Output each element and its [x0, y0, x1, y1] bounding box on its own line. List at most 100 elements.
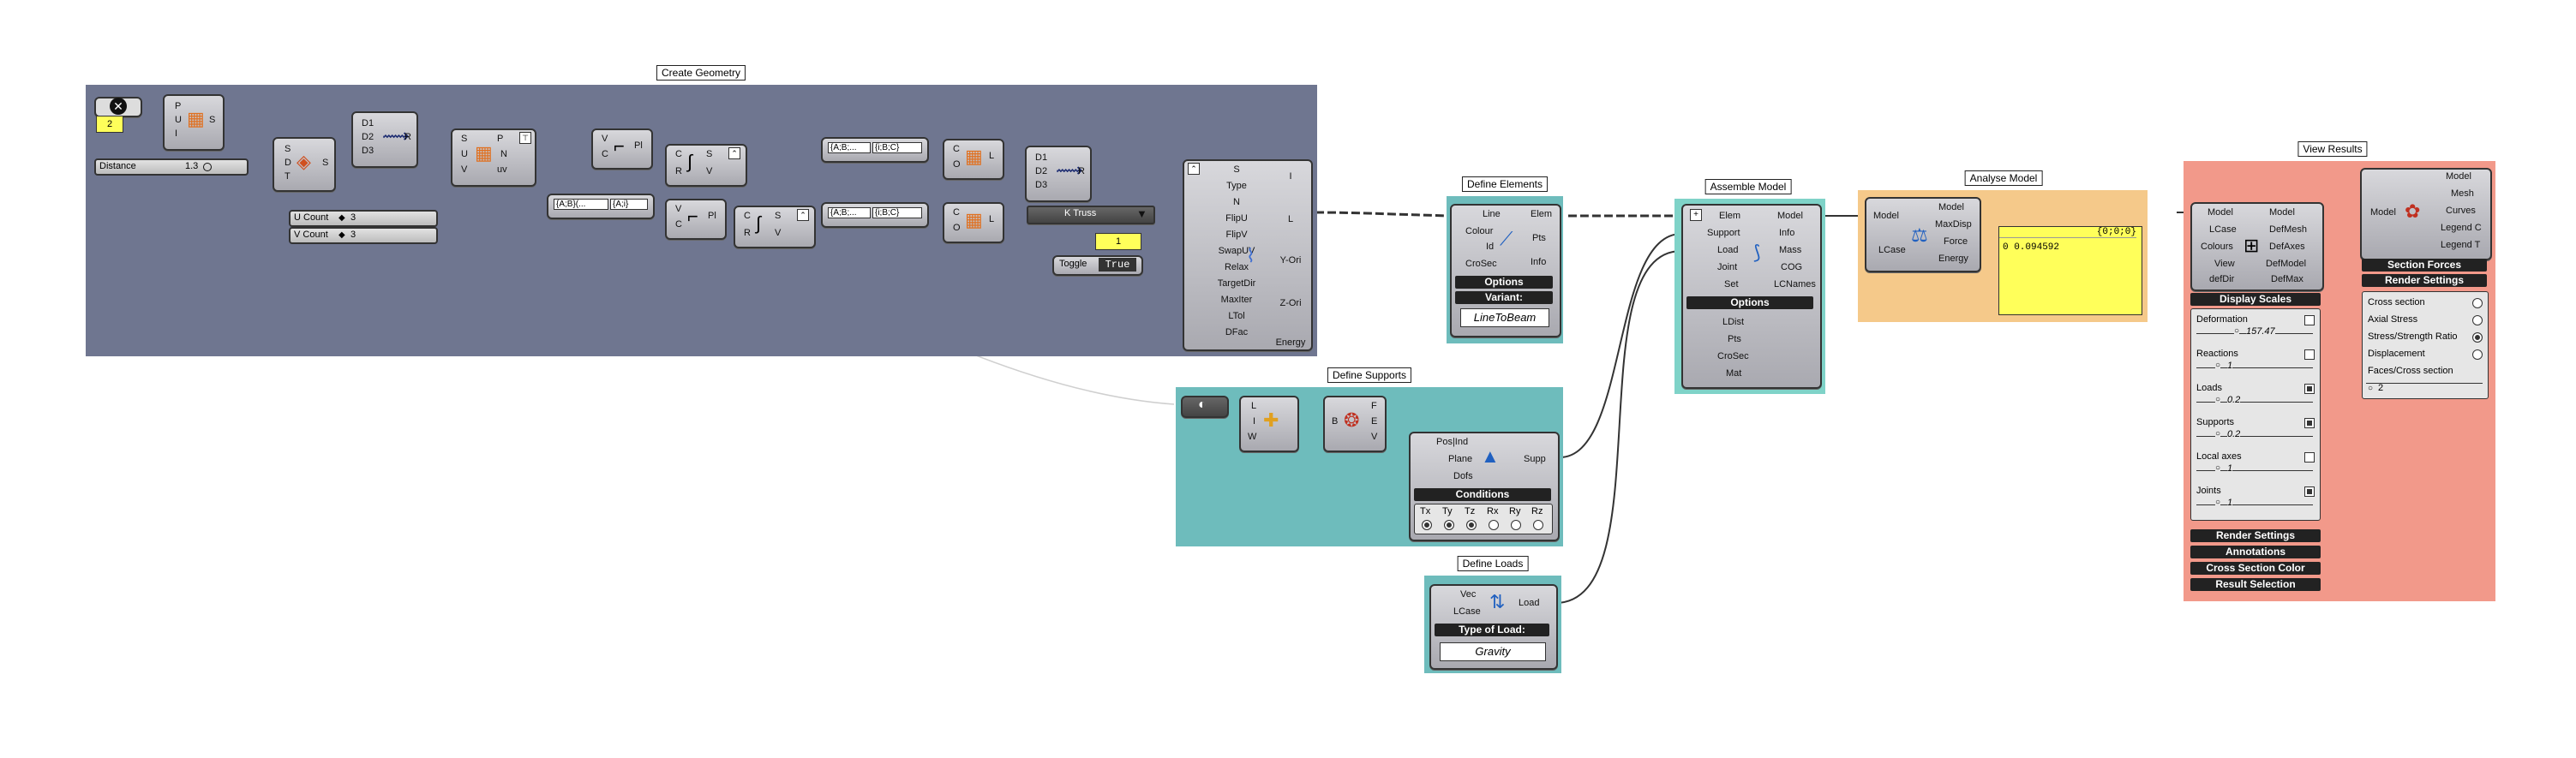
result-bar-3[interactable]: Result Selection: [2190, 578, 2321, 591]
variant-value[interactable]: LineToBeam: [1460, 308, 1549, 327]
param-two[interactable]: 2: [96, 116, 123, 133]
expression-param[interactable]: ✕: [94, 97, 142, 117]
support-icon: ▲: [1481, 445, 1500, 467]
load-component[interactable]: Vec LCase ⇅ Load Type of Load: Gravity: [1429, 584, 1558, 670]
ktruss-dropdown[interactable]: K Truss ▼: [1027, 206, 1155, 224]
slider-knob-icon: ○: [2215, 395, 2221, 404]
beam-view-component[interactable]: Model ✿ Model Mesh Curves Legend C Legen…: [2360, 168, 2492, 260]
brep-edges-component[interactable]: B ❂ F E V: [1323, 396, 1387, 452]
load-type-value[interactable]: Gravity: [1440, 642, 1546, 661]
beam-icon: ⟋: [1500, 228, 1513, 249]
radio-button[interactable]: [2472, 349, 2483, 360]
dof-toggle[interactable]: [1511, 520, 1521, 530]
support-component[interactable]: Pos|Ind Plane Dofs ▲ Supp Conditions Tx T…: [1409, 432, 1560, 541]
model-view-component[interactable]: Model LCase Colours View defDir ⊞ Model …: [2190, 202, 2324, 291]
scale-checkbox[interactable]: [2304, 384, 2315, 394]
tree-relay-3[interactable]: {A;B;... {i;B;C}: [821, 202, 929, 228]
group-title-define-loads: Define Loads: [1457, 556, 1529, 571]
dof-toggle[interactable]: [1444, 520, 1454, 530]
scale-slider[interactable]: [2196, 402, 2313, 403]
curve-icon: ∫: [756, 212, 762, 234]
plane-component[interactable]: P U I ▦ S: [163, 94, 225, 151]
merge-component-2[interactable]: D1 D2 D3 ⟿ R: [1025, 146, 1092, 202]
tree-relay-2[interactable]: {A;B}(... {A;i}: [547, 194, 655, 219]
scale-checkbox[interactable]: [2304, 349, 2315, 360]
slider-knob-icon: ○: [2215, 498, 2221, 507]
slider-knob-icon: ○: [2215, 463, 2221, 473]
scale-value: 1: [2227, 463, 2233, 474]
closest-point-component[interactable]: L I W ✚: [1239, 396, 1299, 452]
port-in-7: TargetDir: [1217, 278, 1256, 289]
options-bar[interactable]: Options: [1686, 296, 1813, 309]
port-crosec: CroSec: [1465, 259, 1497, 269]
add-icon[interactable]: +: [1690, 209, 1702, 221]
scale-row: Local axes ○ 1: [2195, 451, 2315, 484]
port-l-out: L: [989, 151, 995, 161]
truss-generator-component[interactable]: S Type N FlipU FlipV SwapUV Relax TargetDir MaxI…: [1183, 159, 1313, 351]
ucount-slider[interactable]: U Count ◆ 3: [289, 210, 438, 227]
port-out-3: Z-Ori: [1279, 298, 1302, 308]
port-i: I: [1253, 416, 1256, 427]
dof-toggle[interactable]: [1489, 520, 1499, 530]
point-param[interactable]: ◐: [1181, 396, 1229, 418]
collapse-icon[interactable]: ⌃: [1188, 163, 1200, 175]
scale-checkbox[interactable]: [2304, 418, 2315, 428]
scale-slider[interactable]: [2196, 367, 2313, 368]
collapse-icon[interactable]: ⌃: [797, 209, 809, 221]
divide-surface-component[interactable]: S U V ▦ P N uv ⊤: [451, 128, 536, 187]
merge-component[interactable]: D1 D2 D3 ⟿ R: [351, 111, 418, 168]
analyse-component[interactable]: Model LCase ⚖ Model MaxDisp Force Energy: [1865, 197, 1981, 272]
render-settings-bar[interactable]: Render Settings: [2362, 274, 2487, 287]
vcount-slider[interactable]: V Count ◆ 3: [289, 227, 438, 244]
tree-icon: ⊤: [519, 132, 531, 144]
scale-slider[interactable]: [2196, 436, 2313, 437]
port-p-out: P: [497, 134, 504, 144]
port-ldist: LDist: [1722, 317, 1745, 327]
curve-component-1[interactable]: C R ∫ S V ⌃: [665, 144, 747, 187]
scale-value: 1: [2227, 361, 2233, 371]
scale-checkbox[interactable]: [2304, 315, 2315, 325]
scale-slider[interactable]: [2196, 470, 2313, 471]
line-component-1[interactable]: C O ▦ L: [943, 139, 1004, 180]
distance-slider[interactable]: Distance 1.3: [94, 158, 249, 176]
result-bar-0[interactable]: Render Settings: [2190, 529, 2321, 542]
result-panel[interactable]: {0;0;0} 0 0.094592: [1998, 226, 2142, 315]
line-component-2[interactable]: C O ▦ L: [943, 202, 1004, 243]
section-forces-bar[interactable]: Section Forces: [2362, 259, 2487, 272]
display-scales-bar[interactable]: Display Scales: [2190, 293, 2321, 306]
curve-component-2[interactable]: C R ∫ S V ⌃: [734, 206, 816, 248]
dof-toggle[interactable]: [1466, 520, 1477, 530]
line-to-beam-component[interactable]: Line Colour Id CroSec ⟋ Elem Pts Info Op…: [1450, 204, 1561, 337]
result-bar-1[interactable]: Annotations: [2190, 546, 2321, 558]
radio-button[interactable]: [2472, 315, 2483, 325]
toggle-label: Toggle: [1059, 259, 1087, 269]
faces-slider[interactable]: ○ 2: [2366, 383, 2483, 394]
port-load: Load: [1717, 245, 1739, 255]
scale-checkbox[interactable]: [2304, 452, 2315, 463]
surface-component[interactable]: S D T ◈ S: [273, 137, 336, 192]
assemble-component[interactable]: Elem Support Load Joint Set ⟆ Model Info…: [1681, 204, 1822, 389]
collapse-icon[interactable]: ⌃: [728, 147, 740, 159]
tree-relay-1[interactable]: {A;B;... {i;B;C}: [821, 137, 929, 163]
plane-normal-component-2[interactable]: V C ⌐ Pl: [665, 199, 727, 240]
result-bar-2[interactable]: Cross Section Color: [2190, 562, 2321, 575]
scale-checkbox[interactable]: [2304, 486, 2315, 497]
port-in-9: LTol: [1228, 311, 1245, 321]
param-one[interactable]: 1: [1095, 233, 1141, 250]
closest-point-icon: ✚: [1263, 409, 1279, 431]
options-bar[interactable]: Options: [1455, 276, 1553, 289]
scale-slider[interactable]: [2196, 504, 2313, 505]
radio-button[interactable]: [2472, 298, 2483, 308]
dof-toggle[interactable]: [1533, 520, 1543, 530]
radio-label: Axial Stress: [2368, 314, 2418, 325]
toggle-value[interactable]: True: [1099, 258, 1136, 272]
vcount-label: V Count: [294, 230, 328, 240]
toggle-component[interactable]: Toggle True: [1052, 255, 1143, 276]
vcount-value: 3: [350, 230, 356, 240]
plane-normal-component-1[interactable]: V C ⌐ Pl: [591, 128, 653, 170]
conditions-bar[interactable]: Conditions: [1414, 488, 1551, 501]
dof-toggle[interactable]: [1422, 520, 1432, 530]
port-mat: Mat: [1726, 368, 1742, 379]
radio-button[interactable]: [2472, 332, 2483, 343]
port-line: Line: [1483, 209, 1501, 219]
